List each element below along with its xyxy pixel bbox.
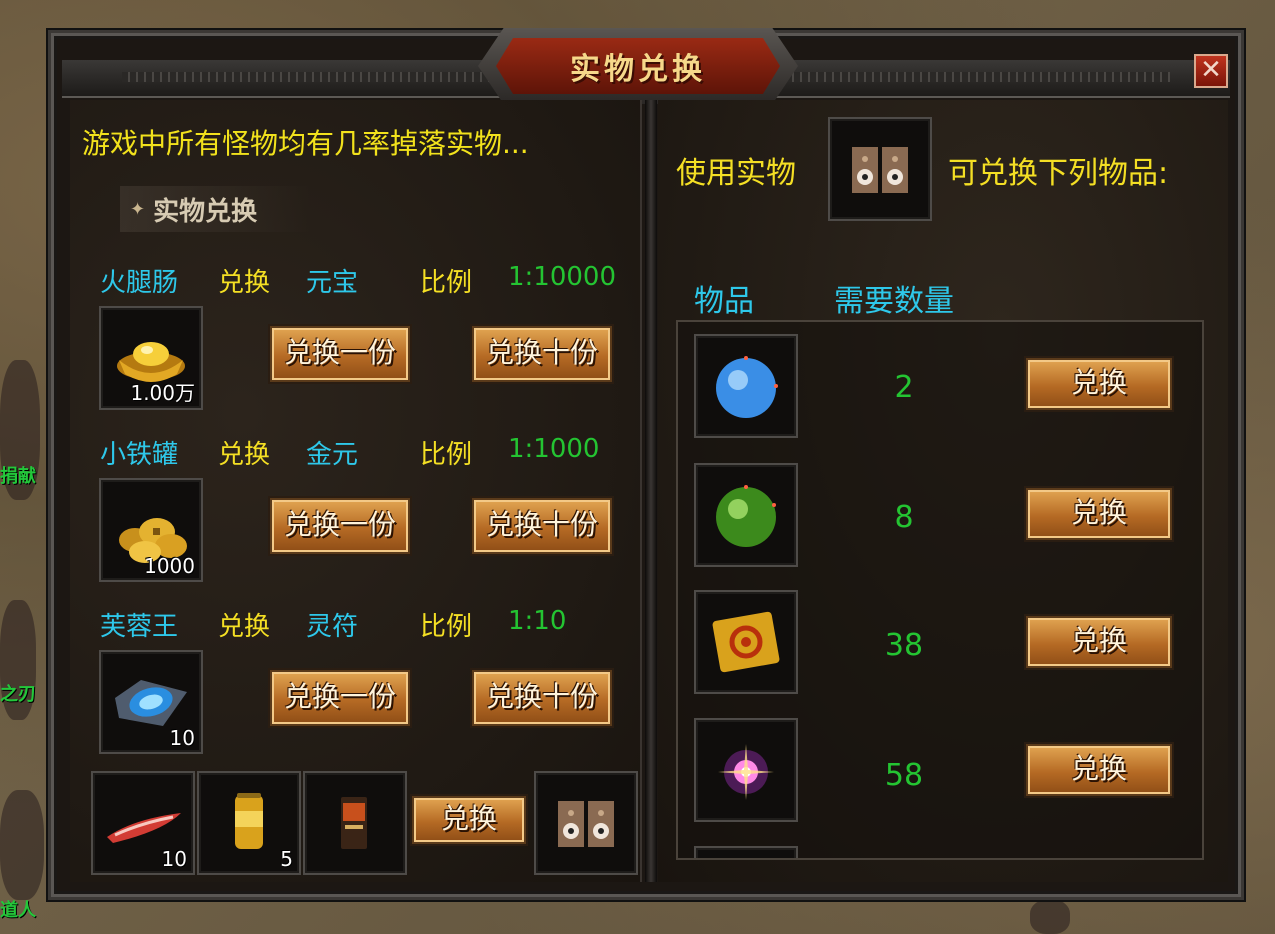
item-slot[interactable]: 10 (99, 650, 203, 754)
required-quantity: 8 (894, 500, 914, 535)
reward-slot[interactable] (694, 846, 798, 858)
required-quantity: 2 (894, 370, 914, 405)
background-character (0, 790, 44, 900)
intro-text: 游戏中所有怪物均有几率掉落实物... (82, 127, 529, 160)
result-slot[interactable] (534, 771, 638, 875)
item-slot[interactable]: 1000 (99, 478, 203, 582)
row-action: 兑换 (218, 612, 271, 642)
close-button[interactable]: ✕ (1194, 54, 1228, 88)
combine-exchange-button[interactable]: 兑换 (412, 796, 526, 844)
exchangeable-label: 可兑换下列物品: (948, 156, 1169, 191)
row-action: 兑换 (218, 440, 271, 470)
material-slot[interactable] (303, 771, 407, 875)
row-action: 兑换 (218, 268, 271, 298)
background-player-label: 道人 (0, 900, 36, 921)
background-character (1030, 900, 1070, 934)
exchange-ten-button[interactable]: 兑换十份 (472, 670, 612, 726)
item-slot[interactable]: 1.00万 (99, 306, 203, 410)
green-orb-icon (716, 485, 776, 547)
row-source: 小铁罐 (100, 440, 179, 470)
exchange-one-button[interactable]: 兑换一份 (270, 326, 410, 382)
exchange-ten-button[interactable]: 兑换十份 (472, 326, 612, 382)
rainbow-star-icon (718, 744, 774, 800)
blue-orb-icon (716, 356, 778, 418)
row-ratio-label: 比例 (420, 268, 473, 298)
reward-slot[interactable] (694, 718, 798, 822)
reward-list[interactable]: 2 兑换 8 兑换 38 兑换 58 兑换 (676, 320, 1204, 860)
background-player-label: 之刃 (0, 684, 36, 705)
window-title: 实物兑换 (570, 52, 706, 87)
row-ratio: 1:10000 (508, 262, 617, 292)
speaker-icon (558, 801, 614, 847)
sparkle-icon: ✦ (130, 198, 146, 220)
use-item-label: 使用实物 (676, 156, 796, 191)
exchange-one-button[interactable]: 兑换一份 (270, 670, 410, 726)
section-tag: ✦ 实物兑换 (120, 186, 310, 232)
cigarette-pack-icon (341, 797, 367, 849)
row-target: 金元 (306, 440, 359, 470)
background-player-label: 捐献 (0, 466, 36, 487)
golden-scroll-icon (712, 611, 780, 673)
use-item-slot[interactable] (828, 117, 932, 221)
reward-exchange-button[interactable]: 兑换 (1026, 358, 1172, 410)
exchange-one-button[interactable]: 兑换一份 (270, 498, 410, 554)
slot-quantity: 10 (161, 847, 187, 871)
row-source: 芙蓉王 (100, 612, 179, 642)
column-header-quantity: 需要数量 (834, 284, 954, 319)
row-source: 火腿肠 (100, 268, 179, 298)
required-quantity: 38 (884, 628, 924, 663)
row-target: 灵符 (306, 612, 359, 642)
pane-divider (645, 100, 657, 882)
material-slot[interactable]: 10 (91, 771, 195, 875)
reward-exchange-button[interactable]: 兑换 (1026, 488, 1172, 540)
row-ratio: 1:10 (508, 606, 567, 636)
slot-quantity: 1.00万 (130, 381, 195, 405)
row-ratio-label: 比例 (420, 612, 473, 642)
reward-exchange-button[interactable]: 兑换 (1026, 616, 1172, 668)
slot-quantity: 5 (280, 847, 293, 871)
row-ratio: 1:1000 (508, 434, 600, 464)
required-quantity: 58 (884, 758, 924, 793)
slot-quantity: 1000 (144, 554, 195, 578)
reward-slot[interactable] (694, 334, 798, 438)
row-ratio-label: 比例 (420, 440, 473, 470)
exchange-ten-button[interactable]: 兑换十份 (472, 498, 612, 554)
row-target: 元宝 (306, 268, 359, 298)
reward-exchange-button[interactable]: 兑换 (1026, 744, 1172, 796)
speaker-icon (852, 147, 908, 193)
column-header-item: 物品 (694, 284, 754, 319)
slot-quantity: 10 (169, 726, 195, 750)
reward-slot[interactable] (694, 463, 798, 567)
section-label: 实物兑换 (153, 196, 258, 227)
reward-slot[interactable] (694, 590, 798, 694)
material-slot[interactable]: 5 (197, 771, 301, 875)
title-plaque-inner: 实物兑换 (496, 38, 780, 94)
